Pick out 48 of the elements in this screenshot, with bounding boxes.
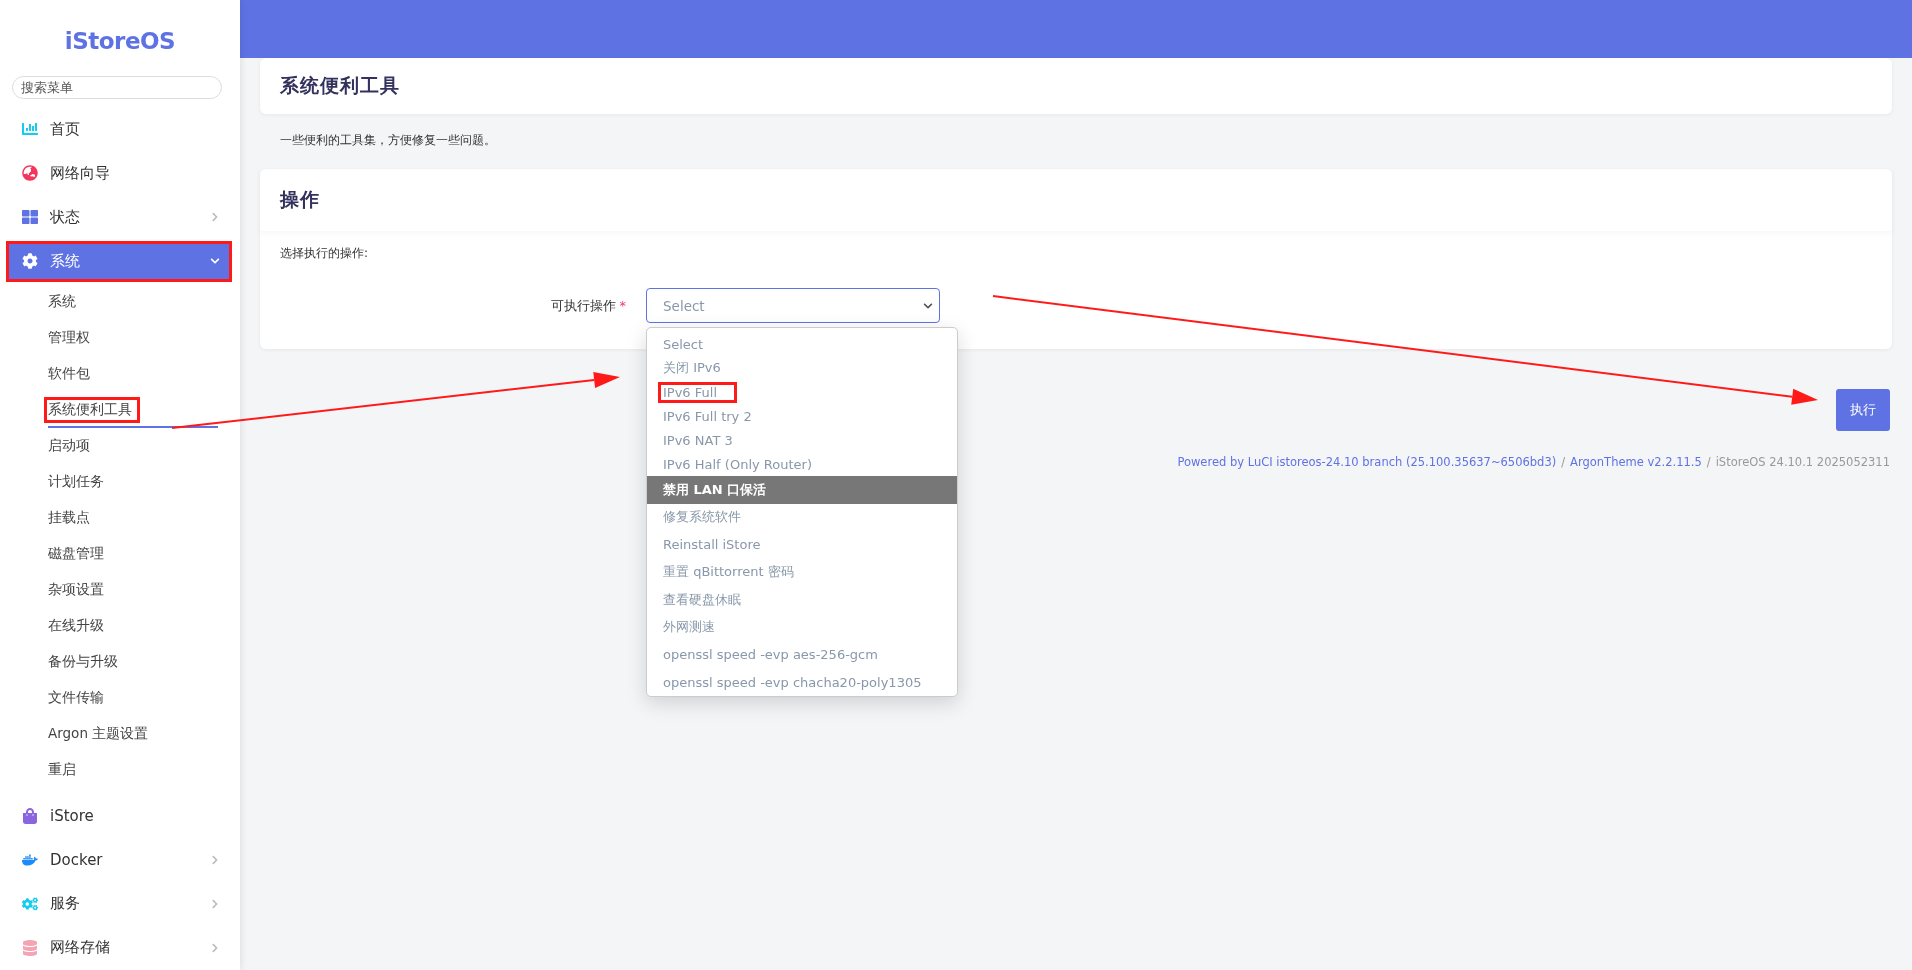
sidebar-item[interactable]: 服务 (6, 883, 232, 924)
footer-separator: / (1561, 455, 1566, 469)
sidebar-item[interactable]: 首页 (6, 109, 232, 150)
submenu-item[interactable]: 备份与升级 (48, 645, 218, 680)
chevron-icon (210, 212, 220, 223)
submenu-item[interactable]: 文件传输 (48, 681, 218, 716)
chevron-icon (210, 942, 220, 953)
settings-icon (22, 253, 38, 270)
caret-icon (923, 300, 933, 311)
luci-link[interactable]: Powered by LuCI istoreos-24.10 branch (25.100.35637~6506bd3) (1177, 455, 1557, 469)
whale-icon (22, 851, 38, 868)
sidebar-item[interactable]: 网络向导 (6, 153, 232, 194)
submenu-item[interactable]: 挂载点 (48, 501, 218, 536)
footer-separator: / (1706, 455, 1711, 469)
gears-icon (22, 895, 38, 912)
logo: iStoreOS (63, 27, 177, 56)
section-subtitle: 选择执行的操作: (280, 245, 370, 262)
chevron-icon (210, 898, 220, 909)
field-label: 可执行操作 * (549, 296, 626, 315)
submenu-item[interactable]: 杂项设置 (48, 573, 218, 608)
sidebar-item[interactable]: iStore (6, 795, 232, 836)
submenu-item[interactable]: 启动项 (48, 429, 218, 464)
sidebar-item[interactable]: 系统 (6, 241, 232, 282)
theme-link[interactable]: ArgonTheme v2.2.11.5 (1570, 455, 1702, 469)
execute-button[interactable]: 执行 (1836, 389, 1890, 431)
chevron-icon (210, 854, 220, 865)
submenu-item[interactable]: 重启 (48, 753, 218, 788)
submenu-item[interactable]: 在线升级 (48, 609, 218, 644)
submenu-item[interactable]: 磁盘管理 (48, 537, 218, 572)
version-text: iStoreOS 24.10.1 2025052311 (1715, 455, 1890, 469)
submenu-item[interactable]: Argon 主题设置 (48, 717, 218, 752)
search-field[interactable]: 搜索菜单 (12, 76, 222, 99)
shopping-bag-icon (22, 807, 38, 824)
submenu-item[interactable]: 软件包 (48, 357, 218, 392)
section-title: 操作 (260, 169, 1892, 231)
dropdown-option[interactable]: 禁用 LAN 口保活 (647, 476, 958, 504)
page-description: 一些便利的工具集，方便修复一些问题。 (280, 132, 497, 149)
database-icon (22, 939, 38, 956)
dashboard-icon (22, 209, 38, 226)
sidebar-item[interactable]: 网络存储 (6, 927, 232, 968)
globe-icon (22, 165, 38, 182)
sidebar-item[interactable]: 状态 (6, 197, 232, 238)
submenu-item[interactable]: 管理权 (48, 321, 218, 356)
submenu-item[interactable]: 系统 (48, 285, 218, 320)
bar-chart-icon (22, 121, 38, 138)
sidebar-item[interactable]: Docker (6, 839, 232, 880)
page-title: 系统便利工具 (279, 73, 401, 98)
submenu-item[interactable]: 计划任务 (48, 465, 218, 500)
